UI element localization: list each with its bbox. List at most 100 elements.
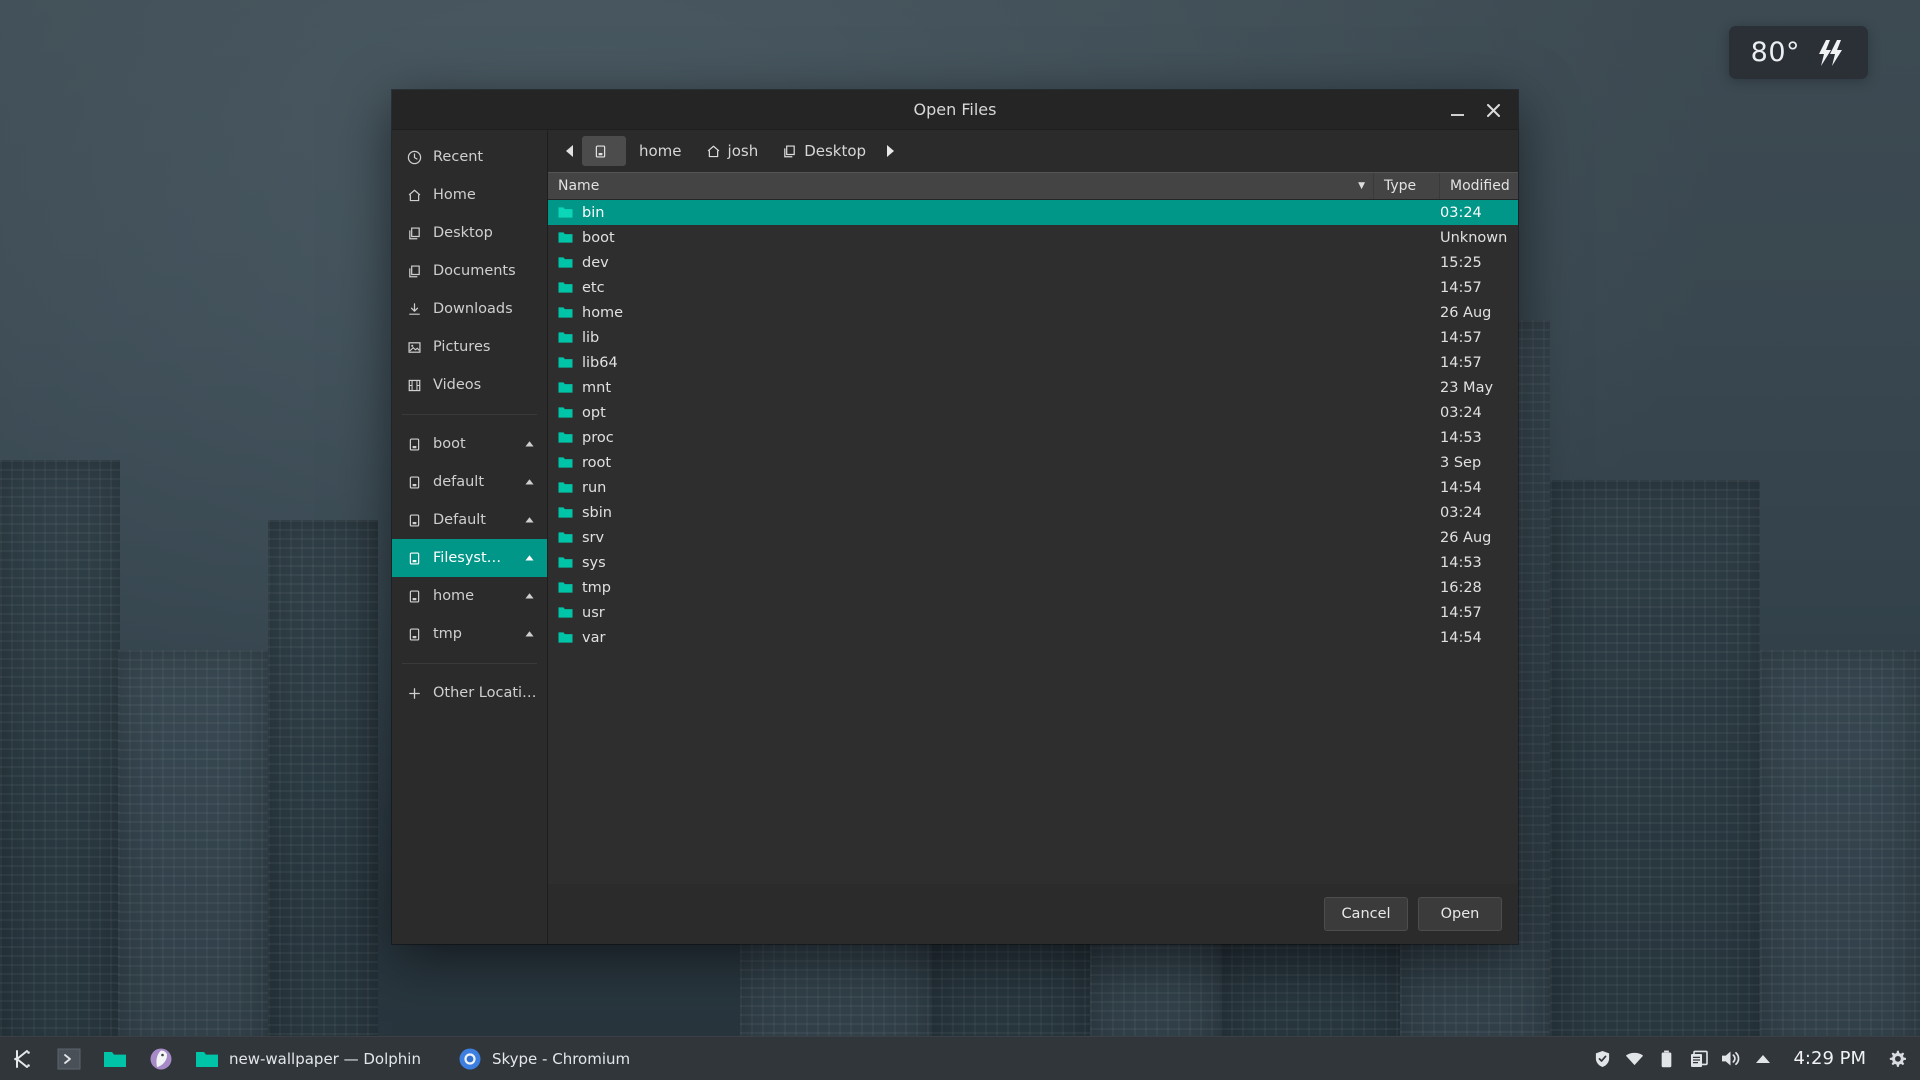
column-header-type[interactable]: Type xyxy=(1374,173,1440,199)
sidebar-item-downloads[interactable]: Downloads xyxy=(392,290,547,328)
download-icon xyxy=(406,301,422,317)
sidebar-item-label: tmp xyxy=(433,626,463,642)
minimize-button[interactable] xyxy=(1446,99,1468,121)
folder-icon xyxy=(558,331,573,344)
weather-widget[interactable]: 80° xyxy=(1728,26,1868,79)
file-row[interactable]: srv 26 Aug xyxy=(548,525,1518,550)
wallpaper-building xyxy=(118,650,268,1080)
eject-icon[interactable] xyxy=(521,550,537,566)
eject-icon[interactable] xyxy=(521,512,537,528)
file-row[interactable]: bin 03:24 xyxy=(548,200,1518,225)
sidebar-item-label: Desktop xyxy=(433,225,493,241)
sidebar-item-boot[interactable]: boot xyxy=(392,425,547,463)
file-row[interactable]: sbin 03:24 xyxy=(548,500,1518,525)
file-name: boot xyxy=(582,229,615,246)
file-row[interactable]: boot Unknown xyxy=(548,225,1518,250)
file-row[interactable]: sys 14:53 xyxy=(548,550,1518,575)
file-row[interactable]: mnt 23 May xyxy=(548,375,1518,400)
breadcrumb-item-desktop[interactable]: Desktop xyxy=(771,136,877,166)
breadcrumb-scroll-forward-icon[interactable] xyxy=(879,136,901,166)
shield-icon[interactable] xyxy=(1593,1049,1612,1068)
sidebar-item-label: Downloads xyxy=(433,301,513,317)
home-icon xyxy=(706,144,721,159)
file-modified: 15:25 xyxy=(1440,254,1482,271)
column-header-modified[interactable]: Modified xyxy=(1440,173,1518,199)
file-modified: 14:57 xyxy=(1440,604,1482,621)
eject-icon[interactable] xyxy=(521,474,537,490)
cancel-button[interactable]: Cancel xyxy=(1324,897,1408,931)
task-button-chromium[interactable]: Skype - Chromium xyxy=(447,1037,656,1080)
folder-icon xyxy=(558,381,573,394)
volume-icon[interactable] xyxy=(1721,1049,1740,1068)
file-modified: 26 Aug xyxy=(1440,304,1492,321)
file-row[interactable]: home 26 Aug xyxy=(548,300,1518,325)
column-header-name[interactable]: Name ▼ xyxy=(548,173,1374,199)
file-name: var xyxy=(582,629,606,646)
folder-icon xyxy=(558,306,573,319)
sidebar-item-tmp[interactable]: tmp xyxy=(392,615,547,653)
folder-icon xyxy=(558,606,573,619)
eject-icon[interactable] xyxy=(521,436,537,452)
file-name-cell: bin xyxy=(548,205,1374,221)
dialog-titlebar[interactable]: Open Files xyxy=(392,90,1518,130)
eject-icon[interactable] xyxy=(521,626,537,642)
file-name-cell: boot xyxy=(548,230,1374,246)
breadcrumb-item-josh[interactable]: josh xyxy=(695,136,770,166)
clipboard-icon[interactable] xyxy=(1689,1049,1708,1068)
sort-descending-icon: ▼ xyxy=(1358,181,1365,191)
sidebar-item-default-lower[interactable]: default xyxy=(392,463,547,501)
file-manager-launcher-button[interactable] xyxy=(92,1037,138,1080)
main-pane: home josh Desktop Name ▼ Type Modified b… xyxy=(548,130,1518,944)
sidebar-item-videos[interactable]: Videos xyxy=(392,366,547,404)
breadcrumb: home josh Desktop xyxy=(548,130,1518,172)
battery-icon[interactable] xyxy=(1657,1049,1676,1068)
sidebar-item-home-device[interactable]: home xyxy=(392,577,547,615)
file-row[interactable]: var 14:54 xyxy=(548,625,1518,650)
sidebar-item-recent[interactable]: Recent xyxy=(392,138,547,176)
file-row[interactable]: root 3 Sep xyxy=(548,450,1518,475)
sidebar-divider xyxy=(402,663,537,664)
file-row[interactable]: etc 14:57 xyxy=(548,275,1518,300)
gear-icon[interactable] xyxy=(1887,1049,1906,1068)
breadcrumb-item-home[interactable]: home xyxy=(628,136,693,166)
folder-icon xyxy=(102,1046,128,1072)
drive-icon xyxy=(406,588,422,604)
sidebar-item-other-locations[interactable]: Other Locations xyxy=(392,674,547,712)
kde-menu-button[interactable] xyxy=(0,1037,46,1080)
sidebar-item-desktop[interactable]: Desktop xyxy=(392,214,547,252)
file-name-cell: tmp xyxy=(548,580,1374,596)
task-button-dolphin[interactable]: new-wallpaper — Dolphin xyxy=(184,1037,447,1080)
wifi-icon[interactable] xyxy=(1625,1049,1644,1068)
sidebar-item-filesystem[interactable]: Filesyste… xyxy=(392,539,547,577)
file-row[interactable]: dev 15:25 xyxy=(548,250,1518,275)
file-row[interactable]: tmp 16:28 xyxy=(548,575,1518,600)
open-button[interactable]: Open xyxy=(1418,897,1502,931)
close-icon[interactable] xyxy=(1482,99,1504,121)
document-icon xyxy=(406,263,422,279)
sidebar-item-default-upper[interactable]: Default xyxy=(392,501,547,539)
file-name: home xyxy=(582,304,624,321)
task-label: new-wallpaper — Dolphin xyxy=(229,1049,421,1068)
breadcrumb-scroll-back-icon[interactable] xyxy=(558,136,580,166)
file-row[interactable]: usr 14:57 xyxy=(548,600,1518,625)
file-modified: 26 Aug xyxy=(1440,529,1492,546)
file-row[interactable]: opt 03:24 xyxy=(548,400,1518,425)
chevron-up-icon[interactable] xyxy=(1753,1049,1772,1068)
drive-icon xyxy=(406,436,422,452)
breadcrumb-item-filesystem[interactable] xyxy=(582,136,626,166)
folder-icon xyxy=(558,406,573,419)
file-row[interactable]: lib64 14:57 xyxy=(548,350,1518,375)
sidebar-item-documents[interactable]: Documents xyxy=(392,252,547,290)
browser-launcher-button[interactable] xyxy=(138,1037,184,1080)
file-row[interactable]: proc 14:53 xyxy=(548,425,1518,450)
clock[interactable]: 4:29 PM xyxy=(1785,1048,1874,1069)
sidebar-item-pictures[interactable]: Pictures xyxy=(392,328,547,366)
eject-icon[interactable] xyxy=(521,588,537,604)
drive-icon xyxy=(406,626,422,642)
sidebar-item-home[interactable]: Home xyxy=(392,176,547,214)
file-modified: 23 May xyxy=(1440,379,1494,396)
terminal-launcher-button[interactable] xyxy=(46,1037,92,1080)
file-list[interactable]: bin 03:24 boot Unknown dev 15:25 etc 14:57 home 2… xyxy=(548,200,1518,884)
file-row[interactable]: lib 14:57 xyxy=(548,325,1518,350)
file-row[interactable]: run 14:54 xyxy=(548,475,1518,500)
